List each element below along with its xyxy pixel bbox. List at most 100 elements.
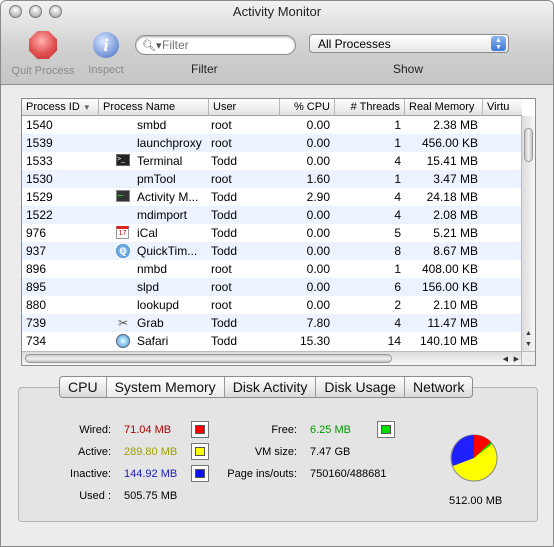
- cell-cpu: 0.00: [306, 118, 330, 132]
- table-row[interactable]: 880 lookupd root 0.00 2 2.10 MB: [22, 296, 522, 314]
- cell-process-name: mdimport: [137, 208, 188, 222]
- filter-search-field[interactable]: 🔍︎▾: [135, 35, 296, 55]
- quit-process-label: Quit Process: [11, 65, 75, 77]
- memory-pie-chart: [450, 434, 498, 482]
- table-row[interactable]: 1529 Activity M... Todd 2.90 4 24.18 MB ∼: [22, 188, 522, 206]
- cell-process-name: slpd: [137, 280, 160, 294]
- vertical-scroll-thumb[interactable]: [524, 128, 533, 162]
- cell-process-id: 895: [26, 280, 47, 294]
- cell-threads: 1: [394, 118, 401, 132]
- cell-threads: 4: [394, 190, 401, 204]
- active-color-swatch[interactable]: [191, 443, 209, 460]
- column-threads[interactable]: # Threads: [335, 99, 405, 116]
- cell-real-memory: 2.08 MB: [433, 208, 478, 222]
- tab-disk-usage[interactable]: Disk Usage: [316, 377, 405, 397]
- info-tabs: CPU System Memory Disk Activity Disk Usa…: [59, 376, 474, 398]
- cell-user: Todd: [211, 316, 238, 330]
- scroll-right-icon[interactable]: ▶: [514, 355, 519, 363]
- table-header: Process ID ▼ Process Name User % CPU # T…: [22, 99, 522, 116]
- cell-user: root: [211, 172, 232, 186]
- cell-cpu: 15.30: [299, 334, 330, 348]
- table-row[interactable]: 739 Grab Todd 7.80 4 11.47 MB ✂: [22, 314, 522, 332]
- cell-threads: 4: [394, 316, 401, 330]
- cell-cpu: 0.00: [306, 280, 330, 294]
- cell-user: root: [211, 118, 232, 132]
- cell-real-memory: 156.00 KB: [421, 280, 478, 294]
- free-value: 6.25 MB: [310, 424, 351, 436]
- free-color-swatch[interactable]: [377, 421, 395, 438]
- scroll-down-icon[interactable]: ▼: [525, 341, 532, 348]
- cell-cpu: 0.00: [306, 262, 330, 276]
- cell-user: Todd: [211, 334, 238, 348]
- cell-process-id: 1539: [26, 136, 53, 150]
- table-row[interactable]: 1539 launchproxy root 0.00 1 456.00 KB: [22, 134, 522, 152]
- table-row[interactable]: 895 slpd root 0.00 6 156.00 KB: [22, 278, 522, 296]
- safari-icon: [116, 334, 132, 348]
- cell-threads: 14: [387, 334, 401, 348]
- table-row[interactable]: 1522 mdimport Todd 0.00 4 2.08 MB: [22, 206, 522, 224]
- column-user[interactable]: User: [209, 99, 280, 116]
- cell-user: root: [211, 280, 232, 294]
- table-row[interactable]: 976 iCal Todd 0.00 5 5.21 MB 17: [22, 224, 522, 242]
- cell-process-name: iCal: [137, 226, 158, 240]
- scroll-left-icon[interactable]: ◀: [503, 355, 508, 363]
- active-value: 289.80 MB: [124, 446, 178, 458]
- table-row[interactable]: 896 nmbd root 0.00 1 408.00 KB: [22, 260, 522, 278]
- cell-user: root: [211, 136, 232, 150]
- cell-cpu: 0.00: [306, 208, 330, 222]
- cell-process-id: 1529: [26, 190, 53, 204]
- column-cpu[interactable]: % CPU: [280, 99, 335, 116]
- cell-real-memory: 11.47 MB: [427, 316, 478, 330]
- cell-cpu: 0.00: [306, 298, 330, 312]
- cell-process-id: 1530: [26, 172, 53, 186]
- cell-process-id: 1540: [26, 118, 53, 132]
- tab-cpu[interactable]: CPU: [60, 377, 107, 397]
- wired-label: Wired:: [79, 424, 111, 436]
- active-label: Active:: [77, 446, 111, 458]
- cell-process-id: 976: [26, 226, 47, 240]
- column-virtual-memory[interactable]: Virtu: [483, 99, 522, 116]
- table-row[interactable]: 734 Safari Todd 15.30 14 140.10 MB: [22, 332, 522, 350]
- column-process-name[interactable]: Process Name: [99, 99, 209, 116]
- table-row[interactable]: 1530 pmTool root 1.60 1 3.47 MB: [22, 170, 522, 188]
- scroll-up-icon[interactable]: ▲: [525, 330, 532, 337]
- column-process-id[interactable]: Process ID ▼: [22, 99, 99, 116]
- tab-system-memory[interactable]: System Memory: [106, 377, 225, 397]
- stop-sign-icon: [29, 31, 57, 59]
- cell-real-memory: 8.67 MB: [433, 244, 478, 258]
- cell-cpu: 0.00: [306, 244, 330, 258]
- wired-color-swatch[interactable]: [191, 421, 209, 438]
- info-icon: i: [93, 32, 119, 58]
- show-processes-select[interactable]: All Processes ▲ ▼: [309, 34, 509, 53]
- cell-threads: 1: [394, 136, 401, 150]
- terminal-icon: >_: [116, 154, 132, 168]
- horizontal-scrollbar[interactable]: ◀ ▶: [22, 351, 522, 365]
- quicktime-icon: Q: [116, 244, 132, 258]
- table-row[interactable]: 1540 smbd root 0.00 1 2.38 MB: [22, 116, 522, 134]
- cell-threads: 4: [394, 154, 401, 168]
- inspect-button[interactable]: i Inspect: [83, 32, 129, 76]
- cell-threads: 5: [394, 226, 401, 240]
- tab-disk-activity[interactable]: Disk Activity: [225, 377, 317, 397]
- cell-process-id: 1522: [26, 208, 53, 222]
- cell-user: root: [211, 262, 232, 276]
- cell-threads: 2: [394, 298, 401, 312]
- cell-cpu: 2.90: [306, 190, 330, 204]
- horizontal-scroll-thumb[interactable]: [25, 354, 392, 363]
- inactive-label: Inactive:: [70, 468, 111, 480]
- cell-threads: 4: [394, 208, 401, 222]
- tab-network[interactable]: Network: [405, 377, 472, 397]
- cell-real-memory: 24.18 MB: [426, 190, 478, 204]
- cell-real-memory: 456.00 KB: [421, 136, 478, 150]
- cell-user: Todd: [211, 226, 238, 240]
- quit-process-button[interactable]: Quit Process: [8, 31, 78, 77]
- column-real-memory[interactable]: Real Memory: [405, 99, 483, 116]
- table-row[interactable]: 937 QuickTim... Todd 0.00 8 8.67 MB Q: [22, 242, 522, 260]
- inactive-value: 144.92 MB: [124, 468, 178, 480]
- cell-process-name: lookupd: [137, 298, 180, 312]
- vm-size-label: VM size:: [254, 446, 297, 458]
- filter-input[interactable]: [162, 38, 290, 52]
- scroll-corner: [521, 351, 535, 365]
- table-row[interactable]: 1533 Terminal Todd 0.00 4 15.41 MB >_: [22, 152, 522, 170]
- vertical-scrollbar[interactable]: ▲ ▼: [521, 116, 535, 351]
